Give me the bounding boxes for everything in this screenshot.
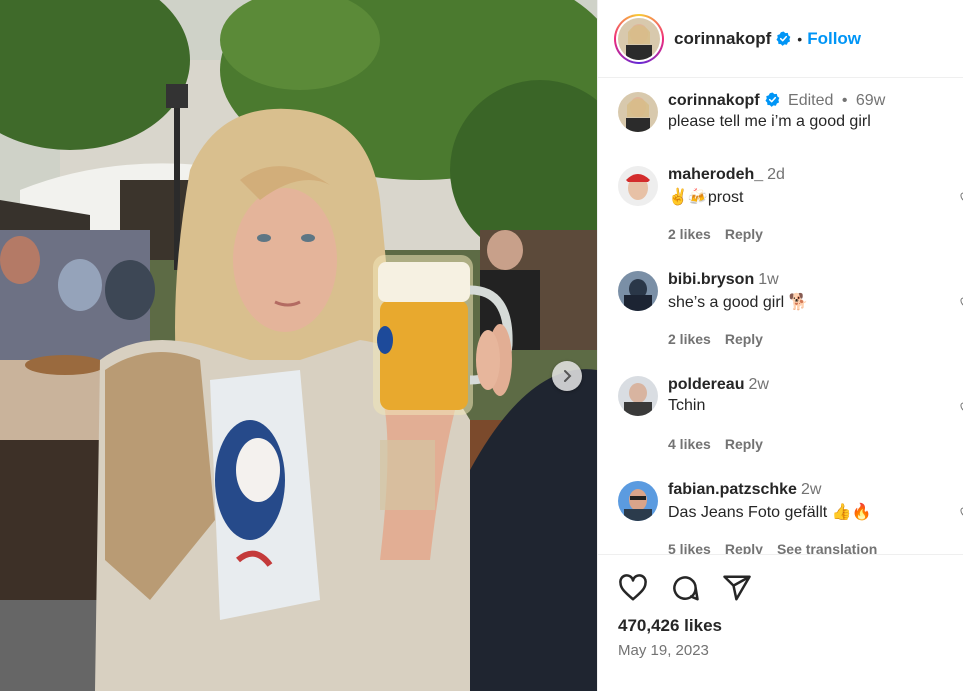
post-header: corinnakopf • Follow	[598, 0, 963, 78]
heart-icon[interactable]	[618, 573, 648, 603]
comment-text: ✌️🍻prost	[668, 189, 744, 206]
reply-button[interactable]: Reply	[725, 541, 763, 554]
comment-icon[interactable]	[670, 573, 700, 603]
post-photo[interactable]	[0, 0, 597, 691]
caption-username[interactable]: corinnakopf	[668, 92, 760, 109]
action-bar	[618, 573, 752, 603]
commenter-avatar[interactable]	[618, 166, 658, 206]
see-translation-button[interactable]: See translation	[777, 541, 877, 554]
comment-age[interactable]: 2d	[767, 166, 785, 183]
share-icon[interactable]	[722, 573, 752, 603]
commenter-username[interactable]: bibi.bryson	[668, 271, 754, 288]
caption-age[interactable]: 69w	[856, 92, 885, 109]
comment-likes[interactable]: 4 likes	[668, 436, 711, 452]
post-sidebar: corinnakopf • Follow corinnakopf Edited …	[597, 0, 963, 691]
reply-button[interactable]: Reply	[725, 226, 763, 242]
comment-text: she’s a good girl 🐕	[668, 294, 809, 311]
author-username[interactable]: corinnakopf	[674, 29, 771, 49]
commenter-avatar[interactable]	[618, 376, 658, 416]
comment-likes[interactable]: 2 likes	[668, 331, 711, 347]
commenter-avatar[interactable]	[618, 271, 658, 311]
post-footer: 470,426 likes May 19, 2023	[598, 554, 963, 691]
comment-age[interactable]: 2w	[801, 481, 821, 498]
comments-list[interactable]: corinnakopf Edited • 69w please tell me …	[598, 78, 963, 554]
comment-age[interactable]: 1w	[758, 271, 778, 288]
caption-avatar[interactable]	[618, 92, 658, 132]
author-avatar[interactable]	[618, 17, 660, 60]
follow-button[interactable]: Follow	[807, 29, 861, 49]
commenter-username[interactable]: poldereau	[668, 376, 744, 393]
separator-dot: •	[797, 30, 803, 47]
comment-likes[interactable]: 2 likes	[668, 226, 711, 242]
post-date[interactable]: May 19, 2023	[618, 642, 709, 659]
reply-button[interactable]: Reply	[725, 331, 763, 347]
edited-label: Edited	[788, 92, 834, 109]
commenter-avatar[interactable]	[618, 481, 658, 521]
next-photo-button[interactable]	[552, 361, 582, 391]
verified-badge-icon	[765, 92, 779, 107]
comment-text: Das Jeans Foto gefällt 👍🔥	[668, 504, 872, 521]
comment-likes[interactable]: 5 likes	[668, 541, 711, 554]
like-count[interactable]: 470,426 likes	[618, 616, 722, 636]
verified-badge-icon	[776, 31, 791, 46]
reply-button[interactable]: Reply	[725, 436, 763, 452]
comment-age[interactable]: 2w	[748, 376, 768, 393]
caption-separator: •	[841, 92, 848, 109]
commenter-username[interactable]: fabian.patzschke	[668, 481, 797, 498]
caption-text: please tell me i’m a good girl	[668, 113, 871, 130]
beer-garden-photo	[0, 0, 597, 691]
instagram-post-view: corinnakopf • Follow corinnakopf Edited …	[0, 0, 963, 691]
commenter-username[interactable]: maherodeh_	[668, 166, 763, 183]
story-ring[interactable]	[614, 13, 664, 64]
comment-text: Tchin	[668, 397, 706, 414]
chevron-right-icon	[564, 370, 572, 382]
